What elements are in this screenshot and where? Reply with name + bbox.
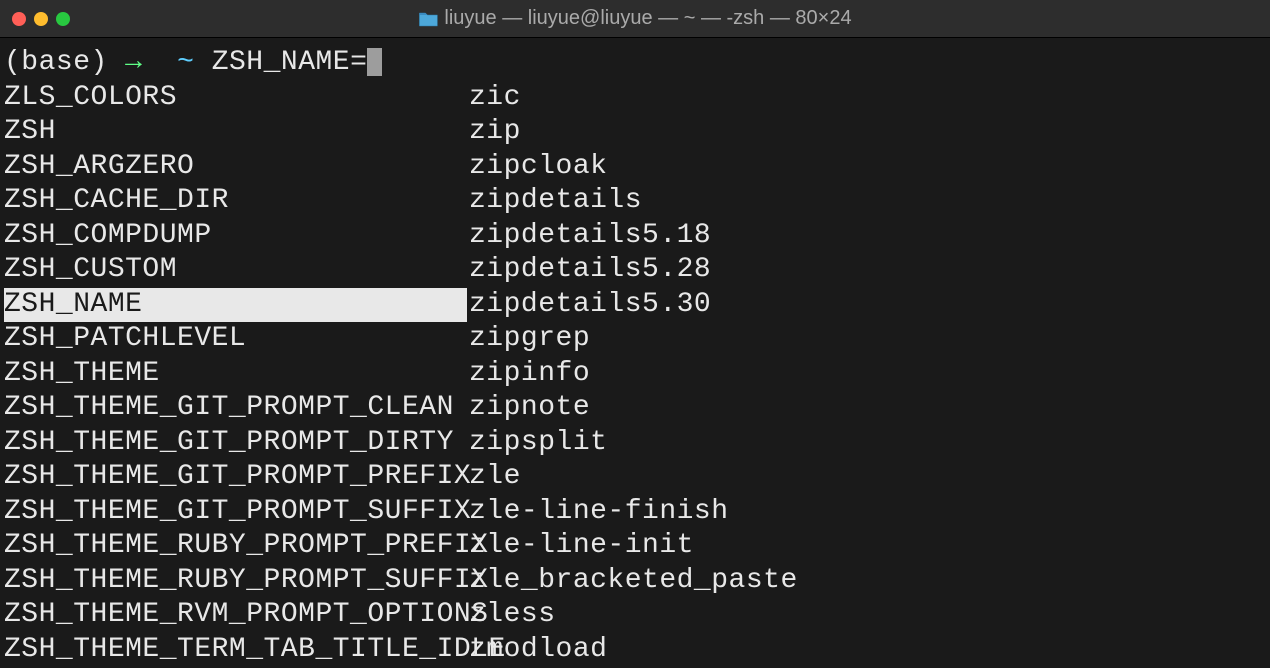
completion-item[interactable]: ZSH_THEME_GIT_PROMPT_DIRTY	[4, 426, 469, 461]
prompt-env: (base)	[4, 46, 108, 81]
completion-item[interactable]: ZSH_ARGZERO	[4, 150, 469, 185]
completion-item[interactable]: ZSH_THEME_GIT_PROMPT_PREFIX	[4, 460, 469, 495]
completion-item[interactable]: ZSH_THEME_RUBY_PROMPT_SUFFIX	[4, 564, 469, 599]
completion-item[interactable]: zip	[469, 115, 798, 150]
prompt-line: (base) → ~ ZSH_NAME=	[4, 46, 1266, 81]
completion-item[interactable]: zipnote	[469, 391, 798, 426]
completion-item[interactable]: zle-line-init	[469, 529, 798, 564]
completion-item[interactable]: zic	[469, 81, 798, 116]
completion-item[interactable]: ZSH_NAME	[4, 288, 467, 323]
completion-list: ZLS_COLORSZSHZSH_ARGZEROZSH_CACHE_DIRZSH…	[4, 81, 1266, 668]
close-window-button[interactable]	[12, 12, 26, 26]
completion-item[interactable]: ZSH_THEME_GIT_PROMPT_CLEAN	[4, 391, 469, 426]
completion-item[interactable]: zipinfo	[469, 357, 798, 392]
completion-item[interactable]: ZLS_COLORS	[4, 81, 469, 116]
completion-item[interactable]: zipdetails5.28	[469, 253, 798, 288]
completion-item[interactable]: zipdetails5.18	[469, 219, 798, 254]
completion-column-1: ZLS_COLORSZSHZSH_ARGZEROZSH_CACHE_DIRZSH…	[4, 81, 469, 668]
completion-item[interactable]: zipdetails5.30	[469, 288, 798, 323]
folder-icon	[418, 11, 438, 27]
completion-item[interactable]: zipdetails	[469, 184, 798, 219]
completion-item[interactable]: ZSH_CACHE_DIR	[4, 184, 469, 219]
cursor	[367, 48, 382, 76]
prompt-command: ZSH_NAME=	[212, 46, 368, 81]
completion-item[interactable]: ZSH_CUSTOM	[4, 253, 469, 288]
maximize-window-button[interactable]	[56, 12, 70, 26]
traffic-lights	[12, 12, 70, 26]
completion-item[interactable]: ZSH_COMPDUMP	[4, 219, 469, 254]
completion-item[interactable]: ZSH	[4, 115, 469, 150]
completion-item[interactable]: zipgrep	[469, 322, 798, 357]
completion-item[interactable]: zle	[469, 460, 798, 495]
window-title-bar: liuyue — liuyue@liuyue — ~ — -zsh — 80×2…	[0, 0, 1270, 38]
minimize-window-button[interactable]	[34, 12, 48, 26]
completion-item[interactable]: zipsplit	[469, 426, 798, 461]
completion-item[interactable]: ZSH_THEME_GIT_PROMPT_SUFFIX	[4, 495, 469, 530]
completion-item[interactable]: zless	[469, 598, 798, 633]
completion-item[interactable]: zle-line-finish	[469, 495, 798, 530]
completion-item[interactable]: ZSH_PATCHLEVEL	[4, 322, 469, 357]
completion-item[interactable]: zle_bracketed_paste	[469, 564, 798, 599]
completion-column-2: ziczipzipcloakzipdetailszipdetails5.18zi…	[469, 81, 798, 668]
completion-item[interactable]: ZSH_THEME_TERM_TAB_TITLE_IDLE	[4, 633, 469, 668]
prompt-cwd: ~	[177, 46, 194, 81]
completion-item[interactable]: zipcloak	[469, 150, 798, 185]
completion-item[interactable]: ZSH_THEME	[4, 357, 469, 392]
window-title-text: liuyue — liuyue@liuyue — ~ — -zsh — 80×2…	[444, 7, 851, 30]
completion-item[interactable]: zmodload	[469, 633, 798, 668]
terminal-body[interactable]: (base) → ~ ZSH_NAME= ZLS_COLORSZSHZSH_AR…	[0, 38, 1270, 667]
window-title: liuyue — liuyue@liuyue — ~ — -zsh — 80×2…	[418, 7, 851, 30]
prompt-arrow: →	[125, 46, 142, 81]
completion-item[interactable]: ZSH_THEME_RVM_PROMPT_OPTIONS	[4, 598, 469, 633]
completion-item[interactable]: ZSH_THEME_RUBY_PROMPT_PREFIX	[4, 529, 469, 564]
